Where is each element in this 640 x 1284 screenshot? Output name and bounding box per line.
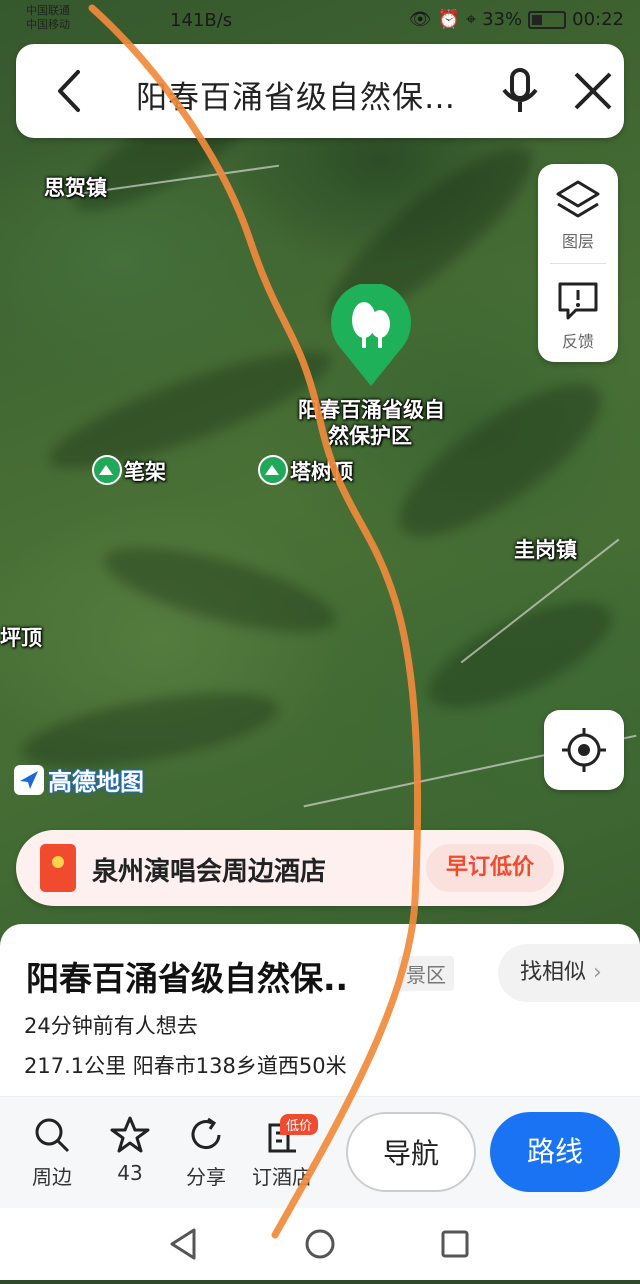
favorite-count: 43 [117, 1161, 143, 1185]
promo-cta-button[interactable]: 早订低价 [426, 844, 554, 892]
system-home-icon[interactable] [305, 1229, 335, 1259]
carrier-2: 中国移动 [26, 18, 70, 31]
feedback-label: 反馈 [561, 332, 594, 351]
close-icon[interactable] [568, 66, 618, 116]
favorite-button[interactable]: 43 [94, 1115, 166, 1185]
battery-percent: 33% [482, 9, 523, 30]
star-icon [110, 1116, 150, 1153]
search-icon [35, 1118, 70, 1153]
locate-me-button[interactable] [544, 710, 624, 790]
promo-text: 泉州演唱会周边酒店 [92, 857, 327, 887]
feedback-button[interactable]: 反馈 [538, 264, 618, 362]
carrier-1: 中国联通 [26, 4, 70, 17]
network-speed: 141B/s [170, 10, 233, 31]
amap-logo-text: 高德地图 [48, 768, 144, 796]
town-label[interactable]: 圭岗镇 [514, 534, 577, 564]
find-similar-button[interactable]: 找相似 › [498, 944, 640, 1002]
promo-banner[interactable]: 泉州演唱会周边酒店 早订低价 [16, 830, 564, 906]
alarm-icon: ⏰ [437, 9, 460, 30]
clock: 00:22 [572, 9, 624, 30]
route-button[interactable]: 路线 [490, 1112, 620, 1192]
navigate-button[interactable]: 导航 [346, 1112, 476, 1192]
share-label: 分享 [186, 1165, 226, 1189]
poi-label[interactable]: 塔树顶 [290, 456, 353, 486]
poi-label[interactable]: 笔架 [124, 456, 166, 486]
mountain-poi-icon[interactable] [258, 455, 288, 485]
carrier-info: 中国联通 中国移动 [26, 4, 70, 32]
nearby-button[interactable]: 周边 [16, 1115, 88, 1190]
find-similar-label: 找相似 [520, 960, 587, 985]
edge-map-label[interactable]: 坪顶 [0, 622, 42, 652]
red-packet-icon [40, 844, 76, 892]
layers-icon [556, 180, 600, 218]
back-arrow-icon[interactable] [46, 66, 96, 116]
category-tag: 景区 [398, 956, 454, 991]
chevron-right-icon: › [593, 960, 602, 985]
town-label[interactable]: 思贺镇 [44, 172, 107, 202]
mountain-poi-icon[interactable] [92, 455, 122, 485]
distance-address: 217.1公里 阳春市138乡道西50米 [24, 1054, 347, 1078]
nearby-label: 周边 [32, 1165, 72, 1189]
microphone-icon[interactable] [498, 66, 542, 116]
share-button[interactable]: 分享 [170, 1115, 242, 1190]
place-name[interactable]: 阳春百涌省级自然保.. [26, 952, 348, 1000]
location-icon: ⌖ [465, 9, 477, 30]
system-recent-icon[interactable] [441, 1230, 469, 1258]
battery-icon [528, 10, 567, 29]
crosshair-icon [562, 728, 606, 772]
search-query[interactable]: 阳春百涌省级自然保… [136, 72, 456, 117]
low-price-badge: 低价 [280, 1114, 319, 1135]
tree-pin-icon [331, 282, 411, 386]
amap-logo-icon [14, 764, 44, 795]
feedback-icon [558, 282, 598, 320]
status-bar: 中国联通 中国移动 141B/s 👁 ⏰ ⌖ 33% 00:22 [0, 0, 640, 42]
map-tools-panel: 图层 反馈 [538, 164, 618, 362]
hotel-label: 订酒店 [252, 1165, 312, 1189]
system-navigation-bar [0, 1208, 640, 1280]
system-back-icon[interactable] [170, 1228, 196, 1260]
layers-label: 图层 [561, 232, 594, 251]
layers-button[interactable]: 图层 [538, 164, 618, 262]
search-bar[interactable]: 阳春百涌省级自然保… [16, 44, 624, 138]
eye-icon: 👁 [408, 9, 432, 30]
selected-place-label-line2[interactable]: 然保护区 [328, 420, 412, 450]
selected-place-pin[interactable] [328, 282, 414, 388]
amap-logo: 高德地图 [14, 762, 144, 797]
recent-visit-text: 24分钟前有人想去 [24, 1014, 198, 1038]
share-icon [191, 1117, 221, 1150]
